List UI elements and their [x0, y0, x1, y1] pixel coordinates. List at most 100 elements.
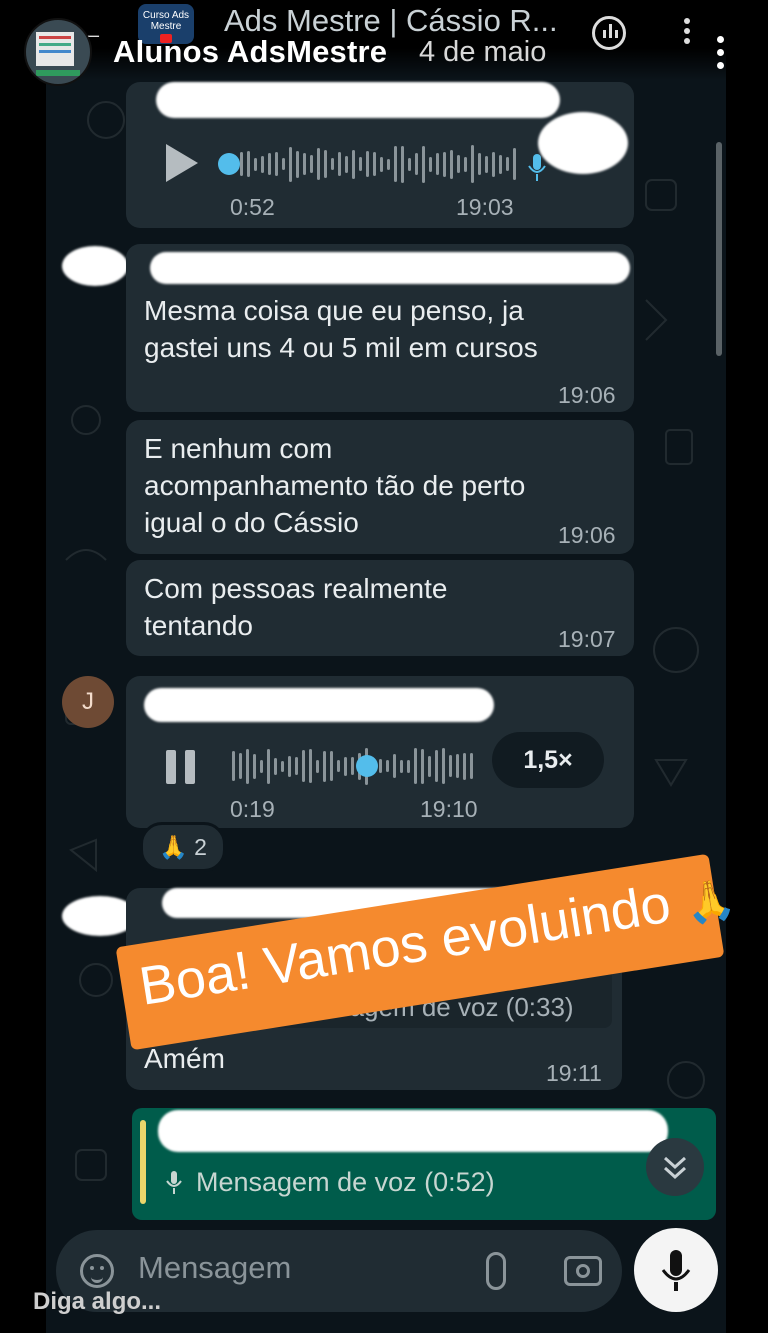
waveform-bar — [428, 755, 431, 777]
waveform-bar — [400, 759, 403, 773]
waveform-bar — [443, 151, 446, 177]
reaction-badge[interactable]: 🙏 2 — [140, 822, 226, 872]
voice-waveform[interactable] — [232, 746, 473, 786]
waveform-bar — [316, 759, 319, 773]
camera-icon[interactable] — [564, 1256, 602, 1286]
voice-chat-icon[interactable] — [592, 16, 626, 50]
text-message-bubble[interactable]: Com pessoas realmente tentando 19:07 — [126, 560, 634, 656]
playback-speed-button[interactable]: 1,5× — [492, 732, 604, 788]
waveform-bar — [260, 759, 263, 773]
waveform-bar — [247, 151, 250, 177]
avatar-thumbnail — [36, 32, 74, 66]
waveform-bar — [366, 151, 369, 177]
redacted-sender — [158, 1110, 668, 1152]
waveform-bar — [499, 154, 502, 174]
waveform-bar — [394, 146, 397, 182]
reply-preview-text: Mensagem de voz (0:52) — [196, 1167, 495, 1197]
waveform-bar — [436, 153, 439, 175]
waveform-bar — [268, 153, 271, 175]
group-avatar-label: Curso Ads Mestre — [142, 10, 190, 32]
waveform-bar — [415, 153, 418, 175]
voice-progress-dot[interactable] — [356, 755, 378, 777]
waveform-bar — [429, 156, 432, 172]
waveform-bar — [442, 748, 445, 784]
waveform-bar — [240, 152, 243, 176]
redacted-sender — [150, 252, 630, 284]
scroll-down-icon[interactable] — [646, 1138, 704, 1196]
waveform-bar — [317, 148, 320, 180]
reply-preview[interactable] — [132, 1108, 716, 1220]
waveform-bar — [282, 158, 285, 170]
waveform-bar — [422, 145, 425, 183]
waveform-bar — [274, 757, 277, 775]
play-icon[interactable] — [166, 144, 198, 182]
waveform-bar — [513, 148, 516, 180]
waveform-bar — [254, 157, 257, 171]
reaction-count: 2 — [194, 834, 207, 860]
message-time: 19:03 — [456, 194, 514, 220]
voice-message-bubble[interactable]: 0:19 19:10 1,5× — [126, 676, 634, 828]
waveform-bar — [407, 759, 410, 773]
voice-duration: 0:52 — [230, 194, 275, 220]
story-menu-icon[interactable] — [708, 32, 732, 72]
message-line: acompanhamento tão de perto — [144, 470, 526, 501]
chat-scrollbar[interactable] — [716, 142, 722, 356]
message-line: gastei uns 4 ou 5 mil em cursos — [144, 332, 538, 363]
emoji-icon[interactable] — [80, 1254, 114, 1288]
waveform-bar — [261, 155, 264, 173]
waveform-bar — [450, 149, 453, 179]
waveform-bar — [470, 753, 473, 779]
redacted-sender — [156, 82, 560, 118]
waveform-bar — [478, 153, 481, 175]
message-input[interactable]: Mensagem — [138, 1250, 291, 1286]
story-user-name[interactable]: Alunos AdsMestre — [113, 34, 387, 70]
voice-position: 0:19 — [230, 796, 275, 822]
sender-avatar[interactable]: J — [62, 676, 114, 728]
attach-icon[interactable] — [486, 1252, 506, 1290]
message-time: 19:10 — [420, 796, 478, 822]
story-user-avatar[interactable] — [24, 18, 92, 86]
waveform-bar — [310, 155, 313, 173]
waveform-bar — [253, 753, 256, 779]
waveform-bar — [387, 158, 390, 170]
waveform-bar — [289, 146, 292, 182]
waveform-bar — [435, 750, 438, 782]
pray-emoji: 🙏 — [159, 834, 188, 860]
waveform-bar — [463, 752, 466, 780]
waveform-bar — [471, 145, 474, 183]
waveform-bar — [485, 155, 488, 173]
waveform-bar — [408, 157, 411, 171]
voice-waveform[interactable] — [240, 144, 516, 184]
waveform-bar — [506, 157, 509, 171]
waveform-bar — [401, 145, 404, 183]
pray-emoji: 🙏 — [681, 876, 739, 928]
message-line: igual o do Cássio — [144, 507, 359, 538]
waveform-bar — [393, 754, 396, 778]
waveform-bar — [337, 760, 340, 772]
text-message-bubble[interactable]: E nenhum com acompanhamento tão de perto… — [126, 420, 634, 554]
waveform-bar — [330, 751, 333, 781]
message-line: Mesma coisa que eu penso, ja — [144, 295, 524, 326]
waveform-bar — [464, 156, 467, 172]
mic-button[interactable] — [634, 1228, 718, 1312]
waveform-bar — [414, 748, 417, 784]
pause-icon[interactable] — [166, 750, 204, 789]
story-date: 4 de maio — [419, 36, 547, 68]
voice-progress-dot[interactable] — [218, 153, 240, 175]
waveform-bar — [351, 757, 354, 775]
waveform-bar — [303, 153, 306, 175]
chat-menu-icon[interactable] — [682, 18, 692, 48]
redacted-sender — [144, 688, 494, 722]
waveform-bar — [345, 155, 348, 173]
waveform-bar — [288, 755, 291, 777]
message-text: Com pessoas realmente tentando — [144, 570, 447, 644]
waveform-bar — [373, 152, 376, 176]
story-reply-input[interactable]: Diga algo... — [33, 1288, 161, 1316]
waveform-bar — [492, 151, 495, 177]
waveform-bar — [281, 760, 284, 772]
text-message-bubble[interactable]: Mesma coisa que eu penso, ja gastei uns … — [126, 244, 634, 412]
redacted-avatar — [538, 112, 628, 174]
waveform-bar — [267, 748, 270, 784]
waveform-bar — [449, 755, 452, 777]
waveform-bar — [309, 749, 312, 783]
